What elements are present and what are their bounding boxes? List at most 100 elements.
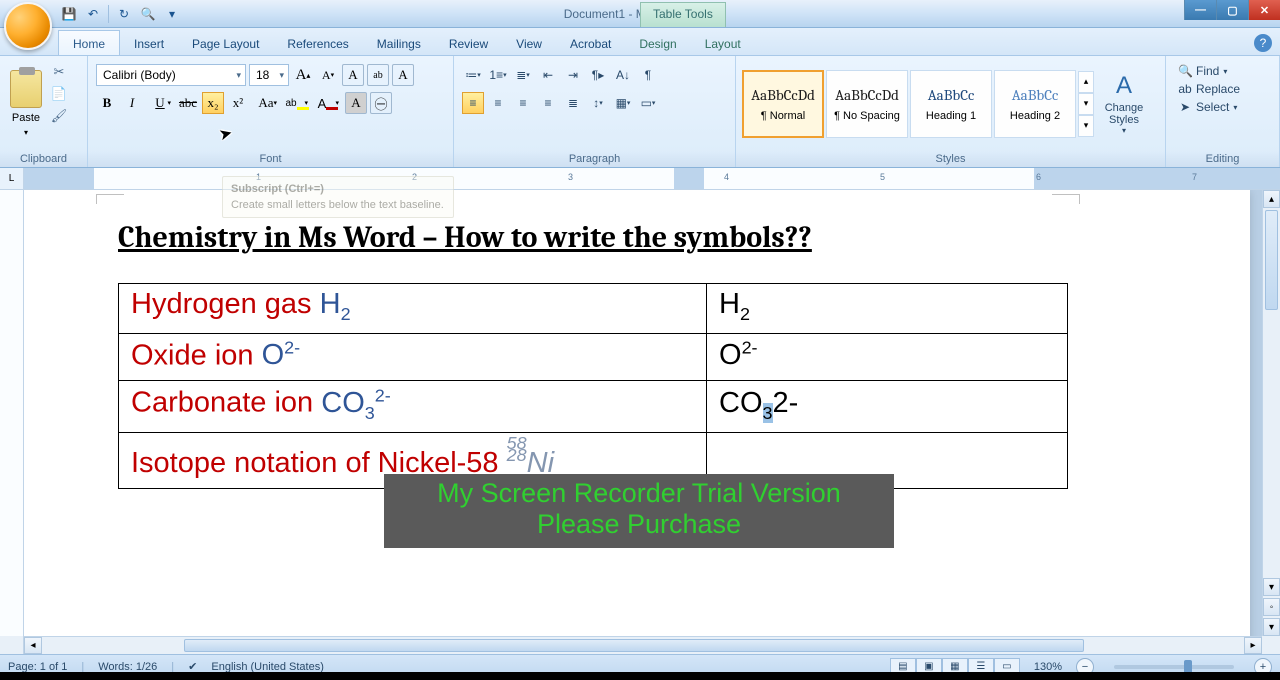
style-no-spacing[interactable]: AaBbCcDd¶ No Spacing	[826, 70, 908, 138]
close-button[interactable]: ✕	[1248, 0, 1280, 20]
grow-font-button[interactable]: A▴	[292, 64, 314, 86]
justify-button[interactable]: ≡	[537, 92, 559, 114]
align-right-button[interactable]: ≡	[512, 92, 534, 114]
sort-button[interactable]: A↓	[612, 64, 634, 86]
underline-button[interactable]: U	[146, 92, 174, 114]
multilevel-list-button[interactable]: ≣▾	[512, 64, 534, 86]
print-preview-icon[interactable]: 🔍	[137, 3, 159, 25]
tab-page-layout[interactable]: Page Layout	[178, 31, 273, 55]
redo-icon[interactable]: ↻	[113, 3, 135, 25]
status-words[interactable]: Words: 1/26	[98, 661, 157, 673]
selected-text[interactable]: 3	[763, 403, 773, 423]
table-row[interactable]: Oxide ion O2- O2-	[119, 333, 1068, 381]
show-marks-button[interactable]: ¶	[637, 64, 659, 86]
style-heading-1[interactable]: AaBbCcHeading 1	[910, 70, 992, 138]
table-row[interactable]: Hydrogen gas H2 H2	[119, 284, 1068, 334]
document-scroll[interactable]: Chemistry in Ms Word – How to write the …	[24, 190, 1262, 636]
status-language[interactable]: English (United States)	[211, 661, 324, 673]
document-content[interactable]: Chemistry in Ms Word – How to write the …	[118, 220, 1050, 489]
document-heading[interactable]: Chemistry in Ms Word – How to write the …	[118, 220, 1050, 255]
change-styles-button[interactable]: A Change Styles ▾	[1096, 60, 1152, 147]
select-button[interactable]: ➤Select ▾	[1178, 100, 1240, 114]
scroll-down-icon[interactable]: ▾	[1263, 578, 1280, 596]
highlight-button[interactable]: ab	[283, 92, 311, 114]
next-page-icon[interactable]: ▾	[1263, 618, 1280, 636]
scroll-right-icon[interactable]: ▸	[1244, 637, 1262, 654]
distributed-button[interactable]: ≣	[562, 92, 584, 114]
scroll-thumb[interactable]	[1265, 210, 1278, 310]
copy-icon[interactable]: 📄	[50, 86, 68, 102]
save-icon[interactable]: 💾	[58, 3, 80, 25]
vertical-ruler[interactable]	[0, 190, 24, 636]
tab-view[interactable]: View	[502, 31, 556, 55]
ltr-direction-button[interactable]: ¶▸	[587, 64, 609, 86]
borders-button[interactable]: ▭▾	[637, 92, 659, 114]
group-paragraph: ≔▾ 1≡▾ ≣▾ ⇤ ⇥ ¶▸ A↓ ¶ ≡ ≡ ≡ ≡ ≣ ↕▾ ▦▾	[454, 56, 736, 167]
font-size-combo[interactable]: 18	[249, 64, 289, 86]
office-button[interactable]	[4, 2, 52, 50]
italic-button[interactable]: I	[121, 92, 143, 114]
replace-button[interactable]: abReplace	[1178, 82, 1240, 96]
chemistry-table[interactable]: Hydrogen gas H2 H2 Oxide ion O2- O2- Car…	[118, 283, 1068, 489]
gallery-up-icon[interactable]: ▴	[1078, 71, 1094, 93]
align-center-button[interactable]: ≡	[487, 92, 509, 114]
tab-references[interactable]: References	[273, 31, 362, 55]
taskbar-sliver	[0, 672, 1280, 680]
font-family-combo[interactable]: Calibri (Body)	[96, 64, 246, 86]
styles-gallery-scroll[interactable]: ▴ ▾ ▾	[1078, 71, 1094, 137]
tab-insert[interactable]: Insert	[120, 31, 178, 55]
table-row[interactable]: Carbonate ion CO32- CO32-	[119, 381, 1068, 432]
style-heading-2[interactable]: AaBbCcHeading 2	[994, 70, 1076, 138]
decrease-indent-button[interactable]: ⇤	[537, 64, 559, 86]
gallery-down-icon[interactable]: ▾	[1078, 93, 1094, 115]
tab-design[interactable]: Design	[625, 31, 690, 55]
minimize-button[interactable]: —	[1184, 0, 1216, 20]
scroll-left-icon[interactable]: ◂	[24, 637, 42, 654]
format-painter-icon[interactable]: 🖌	[50, 108, 68, 124]
hscroll-thumb[interactable]	[184, 639, 1084, 652]
previous-page-icon[interactable]: ◦	[1263, 598, 1280, 616]
qat-customize-icon[interactable]: ▾	[161, 3, 183, 25]
tab-layout[interactable]: Layout	[691, 31, 755, 55]
paste-button[interactable]: Paste ▾	[4, 60, 48, 147]
gallery-more-icon[interactable]: ▾	[1078, 115, 1094, 137]
clear-formatting-button[interactable]: A	[342, 64, 364, 86]
horizontal-scrollbar[interactable]: ◂ ▸	[24, 636, 1262, 654]
change-case-button[interactable]: Aa	[252, 92, 280, 114]
zoom-slider[interactable]	[1114, 665, 1234, 669]
horizontal-ruler[interactable]: 1 2 3 4 5 6 7	[24, 168, 1280, 189]
cut-icon[interactable]: ✂	[50, 64, 68, 80]
character-border-button[interactable]: A	[392, 64, 414, 86]
maximize-button[interactable]: ▢	[1216, 0, 1248, 20]
bullets-button[interactable]: ≔▾	[462, 64, 484, 86]
strikethrough-button[interactable]: abc	[177, 92, 199, 114]
status-page[interactable]: Page: 1 of 1	[8, 661, 67, 673]
phonetic-guide-button[interactable]: ab	[367, 64, 389, 86]
tab-selector[interactable]: L	[0, 168, 24, 189]
character-shading-button[interactable]: A	[345, 92, 367, 114]
bold-button[interactable]: B	[96, 92, 118, 114]
find-button[interactable]: 🔍Find ▾	[1178, 64, 1240, 78]
numbering-button[interactable]: 1≡▾	[487, 64, 509, 86]
vertical-scrollbar[interactable]: ▴ ▾ ◦ ▾	[1262, 190, 1280, 636]
align-left-button[interactable]: ≡	[462, 92, 484, 114]
superscript-button[interactable]: x²	[227, 92, 249, 114]
tab-acrobat[interactable]: Acrobat	[556, 31, 625, 55]
shrink-font-button[interactable]: A▾	[317, 64, 339, 86]
subscript-button[interactable]: x₂	[202, 92, 224, 114]
tab-home[interactable]: Home	[58, 30, 120, 55]
help-icon[interactable]: ?	[1254, 34, 1272, 52]
scroll-up-icon[interactable]: ▴	[1263, 190, 1280, 208]
enclose-characters-button[interactable]: ㊀	[370, 92, 392, 114]
page[interactable]: Chemistry in Ms Word – How to write the …	[24, 190, 1250, 636]
style-normal[interactable]: AaBbCcDd¶ Normal	[742, 70, 824, 138]
shading-button[interactable]: ▦▾	[612, 92, 634, 114]
zoom-level[interactable]: 130%	[1034, 661, 1062, 673]
undo-icon[interactable]: ↶	[82, 3, 104, 25]
tab-review[interactable]: Review	[435, 31, 502, 55]
line-spacing-button[interactable]: ↕▾	[587, 92, 609, 114]
tab-mailings[interactable]: Mailings	[363, 31, 435, 55]
styles-gallery[interactable]: AaBbCcDd¶ Normal AaBbCcDd¶ No Spacing Aa…	[740, 60, 1096, 147]
font-color-button[interactable]: A	[314, 92, 342, 114]
increase-indent-button[interactable]: ⇥	[562, 64, 584, 86]
